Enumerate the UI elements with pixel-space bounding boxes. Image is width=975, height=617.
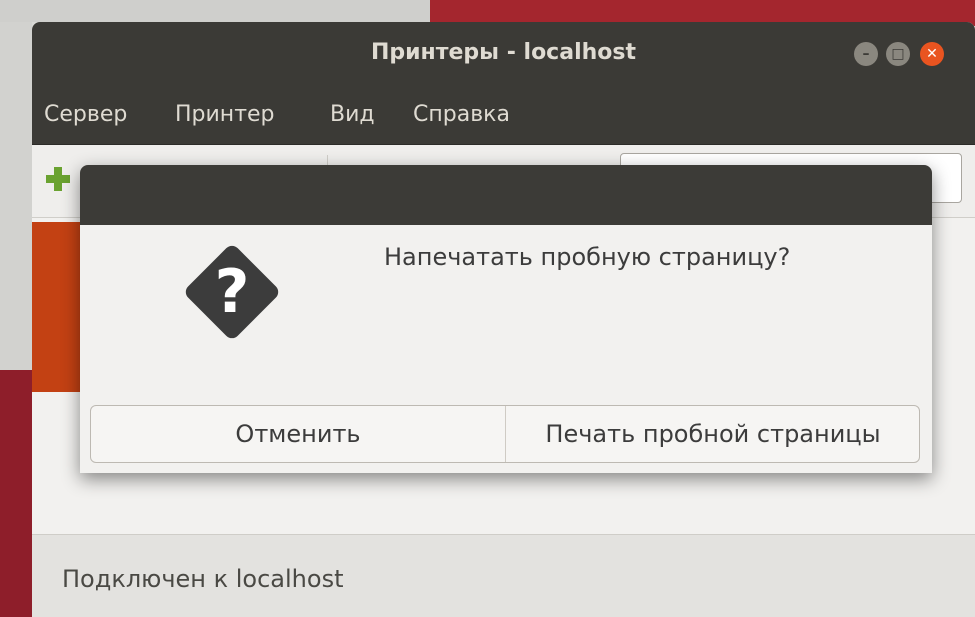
minimize-button[interactable]: – bbox=[854, 42, 878, 66]
print-test-page-button[interactable]: Печать пробной страницы bbox=[505, 406, 919, 462]
minimize-icon: – bbox=[862, 46, 870, 62]
maximize-icon: □ bbox=[891, 46, 905, 62]
test-page-dialog: ? Напечатать пробную страницу? Отменить … bbox=[80, 165, 932, 473]
close-icon: ✕ bbox=[926, 46, 938, 62]
menu-help[interactable]: Справка bbox=[413, 102, 510, 127]
dialog-message: Напечатать пробную страницу? bbox=[384, 243, 791, 271]
close-button[interactable]: ✕ bbox=[920, 42, 944, 66]
question-icon: ? bbox=[180, 240, 284, 344]
menu-view[interactable]: Вид bbox=[330, 102, 375, 127]
maximize-button[interactable]: □ bbox=[886, 42, 910, 66]
menu-bar: Сервер Принтер Вид Справка bbox=[32, 96, 975, 145]
add-printer-icon[interactable] bbox=[46, 167, 70, 191]
window-title: Принтеры - localhost bbox=[370, 40, 636, 65]
dialog-button-row: Отменить Печать пробной страницы bbox=[90, 405, 920, 463]
cancel-button[interactable]: Отменить bbox=[91, 406, 505, 462]
status-bar: Подключен к localhost bbox=[32, 534, 975, 617]
menu-server[interactable]: Сервер bbox=[44, 102, 127, 127]
menu-printer[interactable]: Принтер bbox=[175, 102, 275, 127]
desktop-wallpaper-fragment-left bbox=[0, 370, 32, 617]
window-titlebar[interactable]: Принтеры - localhost – □ ✕ bbox=[32, 22, 975, 96]
desktop-background-left bbox=[0, 22, 32, 370]
dialog-titlebar[interactable] bbox=[80, 165, 932, 225]
status-text: Подключен к localhost bbox=[62, 565, 344, 593]
